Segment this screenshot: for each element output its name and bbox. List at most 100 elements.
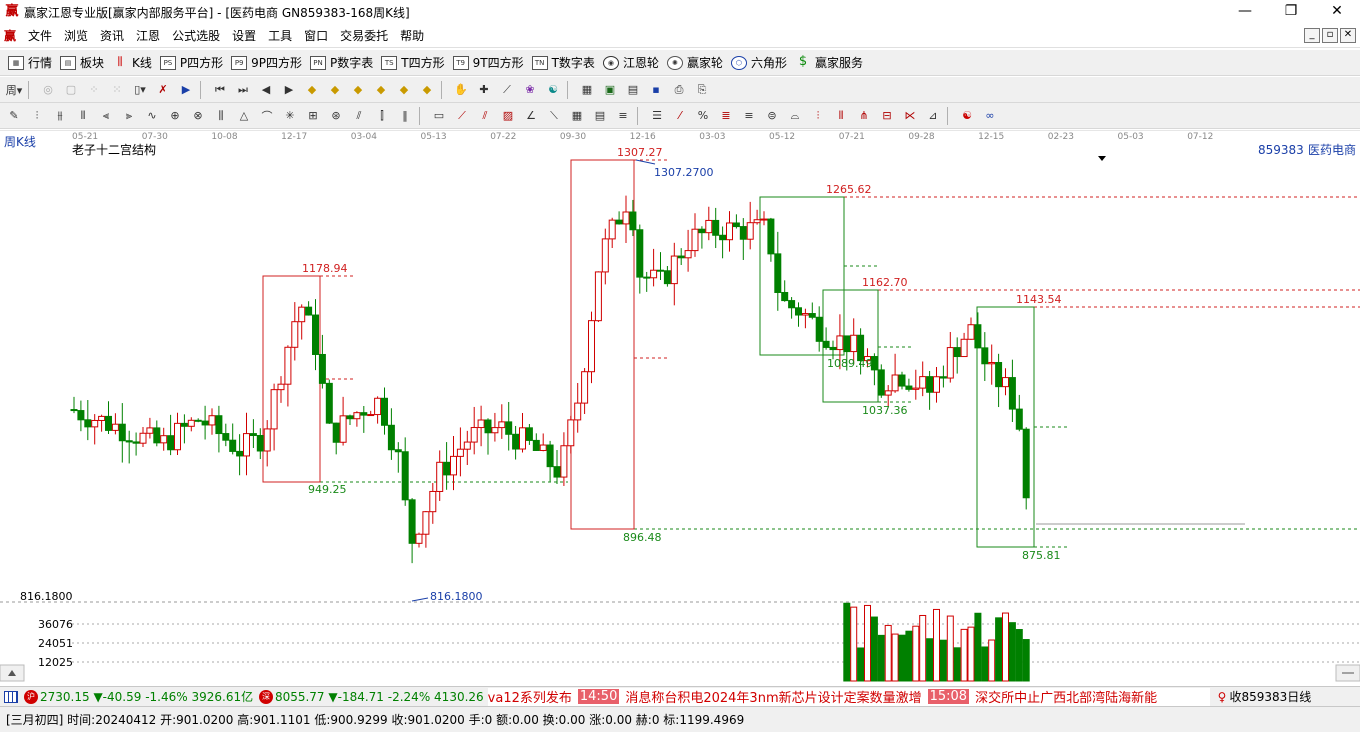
menu-help[interactable]: 帮助 (394, 27, 430, 44)
angle-tool-icon[interactable]: ∠ (522, 107, 540, 125)
crosshair-icon[interactable]: ✚ (475, 81, 493, 99)
grid-view-icon[interactable] (4, 690, 18, 703)
export-icon[interactable]: ⎘ (693, 81, 711, 99)
calendar-icon[interactable]: ▦ (578, 81, 596, 99)
menu-file[interactable]: 文件 (22, 27, 58, 44)
f10-icon[interactable]: ◎ (39, 81, 57, 99)
flag-icon[interactable]: ▶ (177, 81, 195, 99)
hand-tool-icon[interactable]: ✋ (452, 81, 470, 99)
arc-levels-icon[interactable]: ⌓ (786, 107, 804, 125)
diagonal-tool-icon[interactable]: ⟍ (545, 107, 563, 125)
square-grid-icon[interactable]: ⊞ (304, 107, 322, 125)
bars-icon[interactable]: ⫿ (373, 107, 391, 125)
menu-tools[interactable]: 工具 (262, 27, 298, 44)
expand-icon[interactable]: ◆ (395, 81, 413, 99)
yin-yang-icon[interactable]: ☯ (958, 107, 976, 125)
minimize-button[interactable]: — (1222, 0, 1268, 24)
rect-tool-icon[interactable]: ▭ (430, 107, 448, 125)
indicator-icon[interactable]: ☯ (544, 81, 562, 99)
mdi-minimize-button[interactable]: _ (1304, 28, 1320, 43)
menu-trade[interactable]: 交易委托 (334, 27, 394, 44)
gann-wheel-button[interactable]: ◉ 江恩轮 (602, 54, 659, 71)
winner-service-button[interactable]: $ 赢家服务 (795, 54, 863, 71)
ellipse-icon[interactable]: ⊜ (763, 107, 781, 125)
9p-square-button[interactable]: P9 9P四方形 (231, 54, 302, 71)
speed-lines-icon[interactable]: ⫶ (809, 107, 827, 125)
scroll-right-icon[interactable]: ▶ (280, 81, 298, 99)
menu-gann[interactable]: 江恩 (130, 27, 166, 44)
percent-icon[interactable]: % (694, 107, 712, 125)
table-tool-icon[interactable]: ▤ (591, 107, 609, 125)
andrew-icon[interactable]: ⋔ (855, 107, 873, 125)
gann-levels-icon[interactable]: ⫸ (120, 107, 138, 125)
mdi-restore-button[interactable]: ▫ (1322, 28, 1338, 43)
menu-settings[interactable]: 设置 (226, 27, 262, 44)
quotes-button[interactable]: ▦ 行情 (8, 54, 52, 71)
period-lines-icon[interactable]: ‖ (396, 107, 414, 125)
close-button[interactable]: ✕ (1314, 0, 1360, 24)
circle-target-icon[interactable]: ⊕ (166, 107, 184, 125)
parallel-tool-icon[interactable]: ⫽ (476, 107, 494, 125)
t-number-table-button[interactable]: TN T数字表 (531, 54, 595, 71)
kline-button[interactable]: ⫼ K线 (112, 54, 152, 71)
hatch-tool-icon[interactable]: ▨ (499, 107, 517, 125)
kline-chart-panel[interactable]: 05-21 07-30 10-08 12-17 03-04 05-13 07-22 09-30… (0, 130, 1360, 686)
gann-fan-icon[interactable]: ⫶ (28, 107, 46, 125)
scroll-left-arrow[interactable] (0, 664, 25, 682)
period-dropdown-icon[interactable]: 周▾ (5, 81, 23, 99)
menu-window[interactable]: 窗口 (298, 27, 334, 44)
shrink-icon[interactable]: ◆ (418, 81, 436, 99)
menu-formula[interactable]: 公式选股 (166, 27, 226, 44)
stack-icon[interactable]: ⁙ (108, 81, 126, 99)
box-levels-icon[interactable]: ⊟ (878, 107, 896, 125)
kline-chart[interactable]: 05-21 07-30 10-08 12-17 03-04 05-13 07-22 09-30… (0, 130, 1360, 686)
multiline-tool-icon[interactable]: ≡ (614, 107, 632, 125)
gann-lines-icon[interactable]: ⫷ (97, 107, 115, 125)
cycle-icon[interactable]: ⊗ (189, 107, 207, 125)
dropdown-marker-icon[interactable] (1098, 156, 1106, 161)
zoom-in-icon[interactable]: ◆ (303, 81, 321, 99)
menu-browse[interactable]: 浏览 (58, 27, 94, 44)
percent-ray-icon[interactable]: ⁄ (671, 107, 689, 125)
hexagon-button[interactable]: ⬡ 六角形 (730, 54, 787, 71)
save-icon[interactable]: ▪ (647, 81, 665, 99)
p-square-button[interactable]: PS P四方形 (159, 54, 223, 71)
infinity-icon[interactable]: ∞ (981, 107, 999, 125)
scroll-left-icon[interactable]: ◀ (257, 81, 275, 99)
triangle-icon[interactable]: △ (235, 107, 253, 125)
pitchfork-icon[interactable]: ⋉ (901, 107, 919, 125)
t-square-button[interactable]: TS T四方形 (381, 54, 445, 71)
grid-tool-icon[interactable]: ▦ (568, 107, 586, 125)
last-page-icon[interactable]: ⏭ (234, 81, 252, 99)
arc-icon[interactable]: ⌒ (258, 107, 276, 125)
spiral-icon[interactable]: ⊛ (327, 107, 345, 125)
line-tool-icon[interactable]: ⟋ (498, 81, 516, 99)
p-number-table-button[interactable]: PN P数字表 (310, 54, 373, 71)
formula-icon[interactable]: ❀ (521, 81, 539, 99)
time-zone-icon[interactable]: ⫴ (832, 107, 850, 125)
gann-angle-icon[interactable]: ⊿ (924, 107, 942, 125)
first-page-icon[interactable]: ⏮ (211, 81, 229, 99)
gann-box-icon[interactable]: ⫴ (74, 107, 92, 125)
9t-square-button[interactable]: T9 9T四方形 (452, 54, 524, 71)
channel-icon[interactable]: ⫽ (350, 107, 368, 125)
zoom-out-icon[interactable]: ◆ (326, 81, 344, 99)
print-icon[interactable]: ⎙ (670, 81, 688, 99)
fibo-retrace-icon[interactable]: ≣ (717, 107, 735, 125)
notes-icon[interactable]: ▢ (62, 81, 80, 99)
menu-info[interactable]: 资讯 (94, 27, 130, 44)
move-down-icon[interactable]: ◆ (372, 81, 390, 99)
winner-wheel-button[interactable]: ✺ 赢家轮 (666, 54, 723, 71)
candle-type-icon[interactable]: ▯▾ (131, 81, 149, 99)
report-icon[interactable]: ▤ (624, 81, 642, 99)
scroll-right-arrow[interactable] (1335, 664, 1360, 682)
daily-close-label[interactable]: ♀ 收859383日线 (1218, 688, 1312, 705)
move-up-icon[interactable]: ◆ (349, 81, 367, 99)
calculator-icon[interactable]: ▣ (601, 81, 619, 99)
fibo-ext-icon[interactable]: ≡ (740, 107, 758, 125)
grid-small-icon[interactable]: ⁘ (85, 81, 103, 99)
gann-grid-icon[interactable]: ⫵ (51, 107, 69, 125)
levels-tool-icon[interactable]: ☰ (648, 107, 666, 125)
news-scroller[interactable]: va12系列发布 14:50 消息称台积电2024年3nm新芯片设计定案数量激增… (487, 687, 1210, 706)
maximize-button[interactable]: ❐ (1268, 0, 1314, 24)
